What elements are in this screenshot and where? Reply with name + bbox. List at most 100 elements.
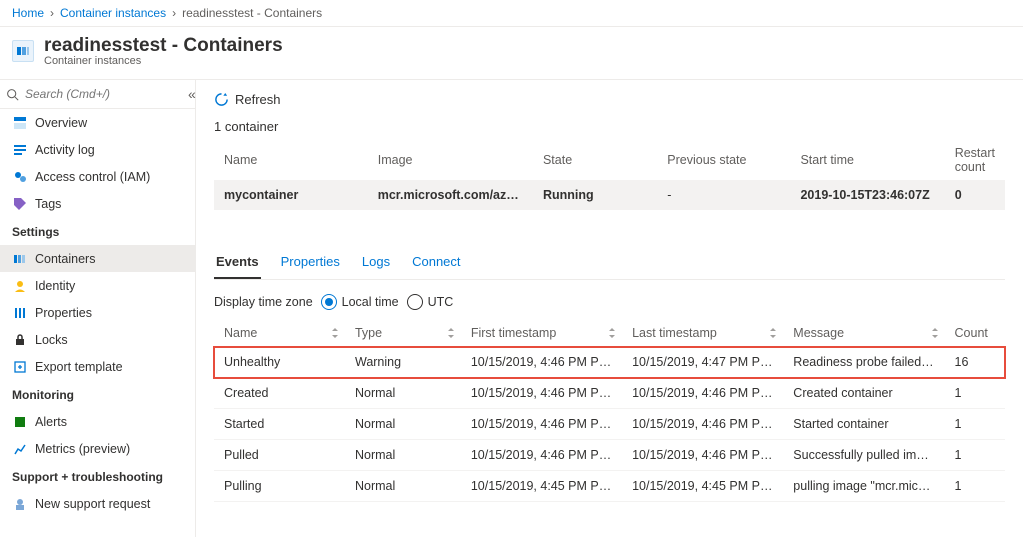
sidebar-item-label: Tags — [35, 197, 61, 211]
container-row[interactable]: mycontainer mcr.microsoft.com/azure... R… — [214, 180, 1005, 210]
event-cell-type: Normal — [345, 440, 461, 471]
ecol-name[interactable]: Name — [214, 320, 345, 347]
event-cell-type: Warning — [345, 347, 461, 378]
cell-name: mycontainer — [214, 180, 368, 210]
ecol-message[interactable]: Message — [783, 320, 944, 347]
breadcrumb: Home › Container instances › readinesste… — [0, 0, 1023, 27]
sort-icon — [931, 328, 939, 338]
ecol-count[interactable]: Count — [945, 320, 1005, 347]
event-cell-count: 1 — [945, 471, 1005, 502]
event-cell-count: 1 — [945, 409, 1005, 440]
sidebar-item-export[interactable]: Export template — [0, 353, 195, 380]
sidebar-item-newsupport[interactable]: New support request — [0, 490, 195, 517]
chevron-right-icon: › — [50, 6, 54, 20]
ecol-first[interactable]: First timestamp — [461, 320, 622, 347]
container-instances-icon — [12, 40, 34, 62]
breadcrumb-parent[interactable]: Container instances — [60, 6, 166, 20]
event-row[interactable]: PulledNormal10/15/2019, 4:46 PM PDT10/15… — [214, 440, 1005, 471]
radio-local-time[interactable]: Local time — [321, 294, 399, 310]
event-cell-first: 10/15/2019, 4:46 PM PDT — [461, 378, 622, 409]
sidebar-section-settings: Settings — [0, 217, 195, 245]
event-cell-count: 1 — [945, 440, 1005, 471]
cell-state: Running — [533, 180, 657, 210]
event-row[interactable]: PullingNormal10/15/2019, 4:45 PM PDT10/1… — [214, 471, 1005, 502]
breadcrumb-current: readinesstest - Containers — [182, 6, 322, 20]
event-cell-type: Normal — [345, 378, 461, 409]
event-cell-count: 1 — [945, 378, 1005, 409]
refresh-icon — [214, 92, 229, 107]
radio-label: Local time — [342, 295, 399, 309]
sidebar-item-label: Activity log — [35, 143, 95, 157]
event-cell-first: 10/15/2019, 4:46 PM PDT — [461, 347, 622, 378]
ecol-last[interactable]: Last timestamp — [622, 320, 783, 347]
event-cell-count: 16 — [945, 347, 1005, 378]
radio-label: UTC — [428, 295, 454, 309]
event-cell-last: 10/15/2019, 4:46 PM PDT — [622, 378, 783, 409]
overview-icon — [12, 115, 27, 130]
sidebar-item-properties[interactable]: Properties — [0, 299, 195, 326]
sidebar-item-iam[interactable]: Access control (IAM) — [0, 163, 195, 190]
radio-utc[interactable]: UTC — [407, 294, 454, 310]
sort-icon — [608, 328, 616, 338]
event-row[interactable]: StartedNormal10/15/2019, 4:46 PM PDT10/1… — [214, 409, 1005, 440]
sidebar-item-alerts[interactable]: Alerts — [0, 408, 195, 435]
tab-logs[interactable]: Logs — [360, 246, 392, 279]
tab-properties[interactable]: Properties — [279, 246, 342, 279]
event-cell-name: Pulled — [214, 440, 345, 471]
sidebar-item-locks[interactable]: Locks — [0, 326, 195, 353]
refresh-button[interactable]: Refresh — [214, 92, 281, 107]
metrics-icon — [12, 441, 27, 456]
sidebar-section-monitoring: Monitoring — [0, 380, 195, 408]
event-cell-message: Started container — [783, 409, 944, 440]
sidebar-item-label: Locks — [35, 333, 68, 347]
sort-icon — [769, 328, 777, 338]
refresh-label: Refresh — [235, 92, 281, 107]
sidebar-item-label: Metrics (preview) — [35, 442, 130, 456]
col-prev[interactable]: Previous state — [657, 140, 790, 180]
event-cell-last: 10/15/2019, 4:46 PM PDT — [622, 440, 783, 471]
container-count: 1 container — [214, 119, 1005, 134]
tab-events[interactable]: Events — [214, 246, 261, 279]
activity-log-icon — [12, 142, 27, 157]
properties-icon — [12, 305, 27, 320]
sort-icon — [331, 328, 339, 338]
sidebar-item-activitylog[interactable]: Activity log — [0, 136, 195, 163]
tag-icon — [12, 196, 27, 211]
sidebar-item-containers[interactable]: Containers — [0, 245, 195, 272]
col-restarts[interactable]: Restart count — [945, 140, 1005, 180]
sidebar-section-support: Support + troubleshooting — [0, 462, 195, 490]
event-cell-name: Started — [214, 409, 345, 440]
col-start[interactable]: Start time — [790, 140, 944, 180]
collapse-sidebar-button[interactable]: « — [188, 86, 196, 102]
sidebar-item-label: Properties — [35, 306, 92, 320]
breadcrumb-home[interactable]: Home — [12, 6, 44, 20]
event-cell-last: 10/15/2019, 4:45 PM PDT — [622, 471, 783, 502]
sidebar-item-overview[interactable]: Overview — [0, 109, 195, 136]
event-row[interactable]: UnhealthyWarning10/15/2019, 4:46 PM PDT 1… — [214, 347, 1005, 378]
event-row[interactable]: CreatedNormal10/15/2019, 4:46 PM PDT10/1… — [214, 378, 1005, 409]
event-cell-name: Pulling — [214, 471, 345, 502]
event-cell-name: Unhealthy — [214, 347, 345, 378]
sidebar-item-label: Overview — [35, 116, 87, 130]
containers-table: Name Image State Previous state Start ti… — [214, 140, 1005, 210]
sort-icon — [447, 328, 455, 338]
cell-restarts: 0 — [945, 180, 1005, 210]
cell-prev: - — [657, 180, 790, 210]
col-name[interactable]: Name — [214, 140, 368, 180]
tab-connect[interactable]: Connect — [410, 246, 462, 279]
sidebar-item-tags[interactable]: Tags — [0, 190, 195, 217]
sidebar-item-identity[interactable]: Identity — [0, 272, 195, 299]
identity-icon — [12, 278, 27, 293]
ecol-type[interactable]: Type — [345, 320, 461, 347]
sidebar-item-label: Alerts — [35, 415, 67, 429]
event-cell-message: pulling image "mcr.micros... — [783, 471, 944, 502]
col-state[interactable]: State — [533, 140, 657, 180]
search-input[interactable] — [23, 84, 184, 104]
event-cell-message: Successfully pulled image ... — [783, 440, 944, 471]
col-image[interactable]: Image — [368, 140, 533, 180]
event-cell-type: Normal — [345, 409, 461, 440]
cell-start: 2019-10-15T23:46:07Z — [790, 180, 944, 210]
event-cell-type: Normal — [345, 471, 461, 502]
sidebar-item-metrics[interactable]: Metrics (preview) — [0, 435, 195, 462]
event-cell-name: Created — [214, 378, 345, 409]
